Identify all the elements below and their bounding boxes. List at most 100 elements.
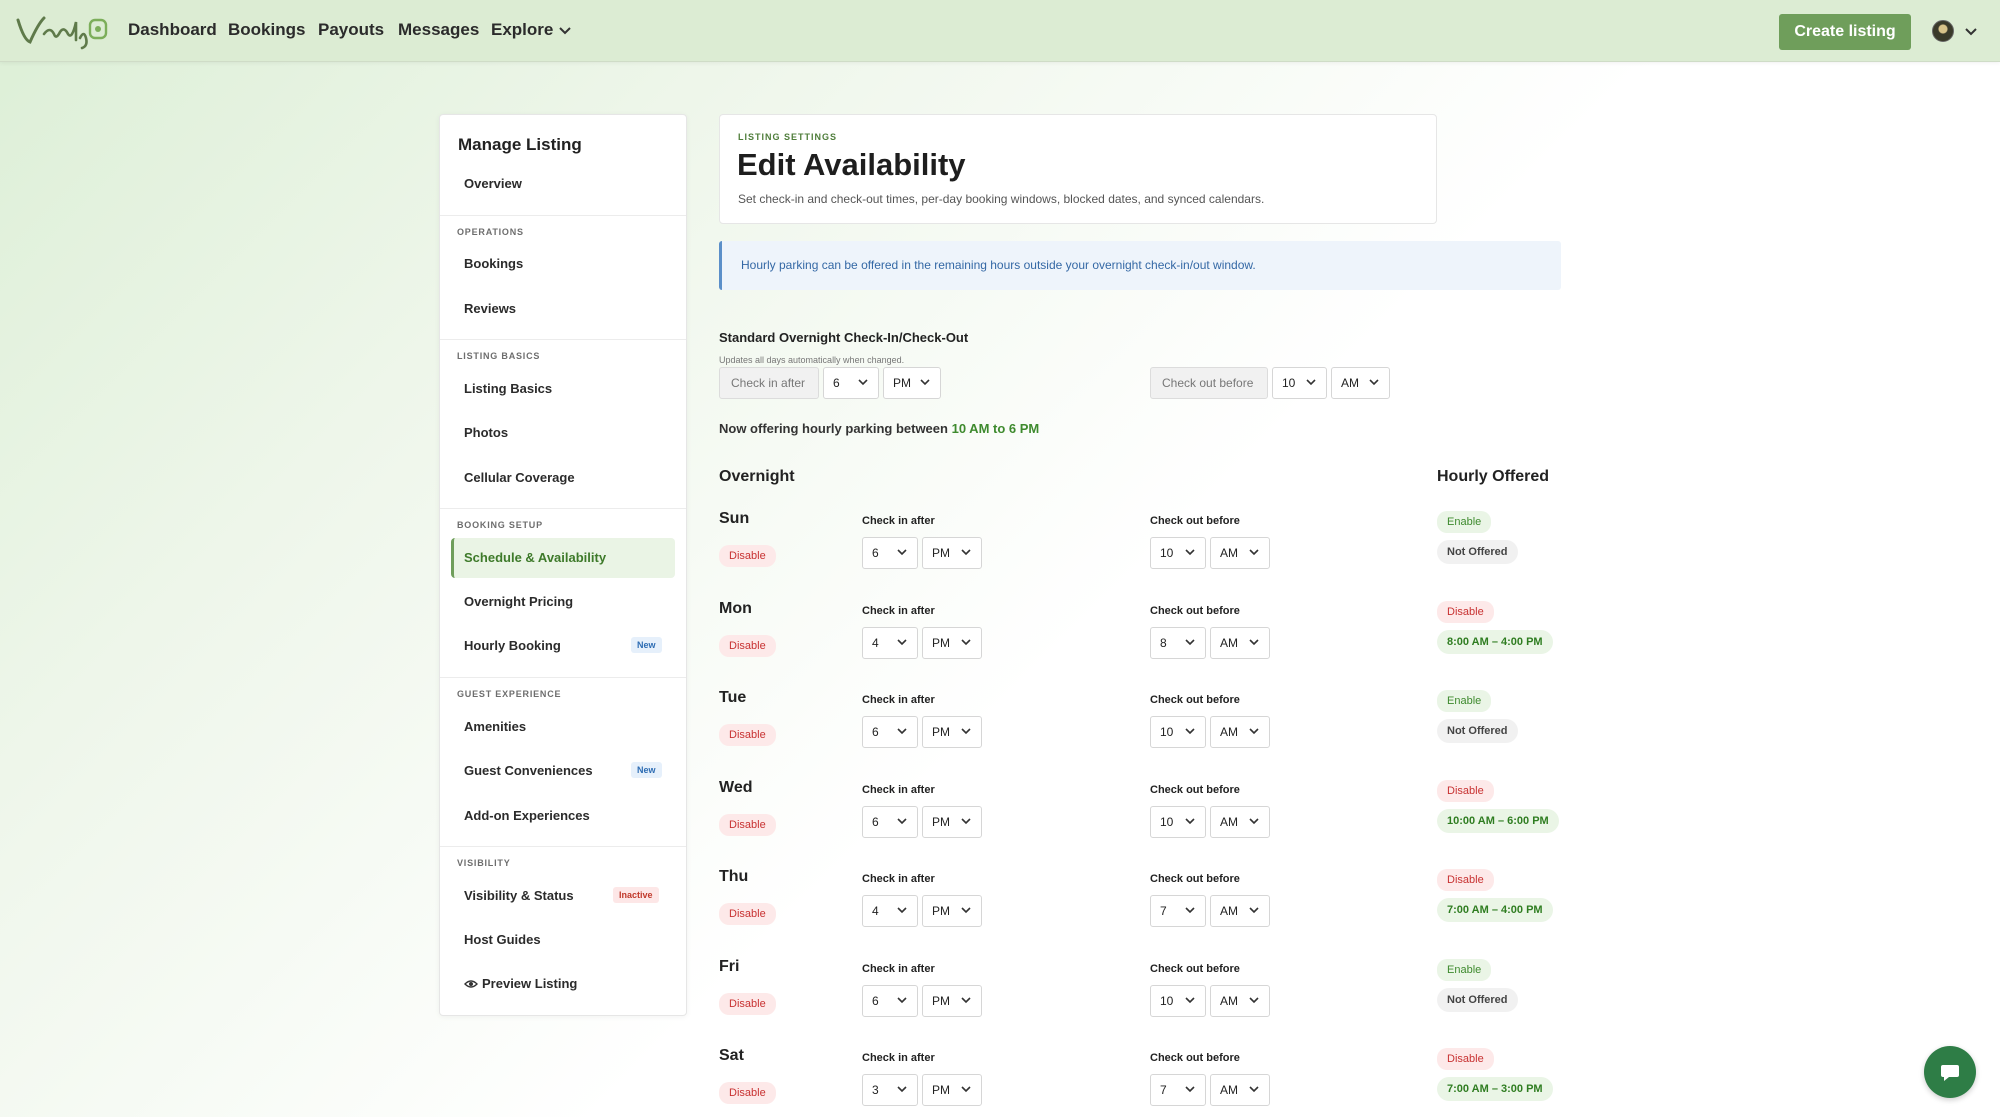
new-badge: New bbox=[631, 762, 662, 778]
info-banner: Hourly parking can be offered in the rem… bbox=[719, 241, 1561, 290]
checkin-hour-select[interactable]: 6 bbox=[862, 537, 918, 569]
standard-checkout-ampm-select[interactable]: AM bbox=[1331, 367, 1390, 399]
standard-checkin-ampm-select[interactable]: PM bbox=[883, 367, 941, 399]
hourly-toggle-button[interactable]: Enable bbox=[1437, 511, 1492, 533]
nav-messages[interactable]: Messages bbox=[398, 20, 479, 40]
nav-payouts[interactable]: Payouts bbox=[318, 20, 384, 40]
sidebar-item-photos[interactable]: Photos bbox=[464, 425, 508, 440]
standard-checkout-hour-select[interactable]: 10 bbox=[1272, 367, 1327, 399]
day-disable-button[interactable]: Disable bbox=[719, 545, 776, 567]
checkin-label: Check in after bbox=[862, 784, 935, 796]
sidebar-item-overnight-pricing[interactable]: Overnight Pricing bbox=[464, 594, 573, 609]
standard-checkout-label: Check out before bbox=[1150, 367, 1268, 399]
checkin-hour-select[interactable]: 6 bbox=[862, 716, 918, 748]
checkout-hour-select[interactable]: 10 bbox=[1150, 537, 1206, 569]
checkout-hour-select[interactable]: 10 bbox=[1150, 806, 1206, 838]
day-disable-button[interactable]: Disable bbox=[719, 903, 776, 925]
chat-button[interactable] bbox=[1924, 1046, 1976, 1098]
checkout-ampm-select[interactable]: AM bbox=[1210, 716, 1270, 748]
sidebar-item-bookings[interactable]: Bookings bbox=[464, 256, 523, 271]
checkin-hour-select[interactable]: 3 bbox=[862, 1074, 918, 1106]
select-value: 10 bbox=[1160, 725, 1174, 739]
chevron-down-icon[interactable] bbox=[558, 26, 572, 36]
avatar[interactable] bbox=[1932, 20, 1954, 42]
hourly-toggle-button[interactable]: Disable bbox=[1437, 601, 1494, 623]
checkout-ampm-select[interactable]: AM bbox=[1210, 537, 1270, 569]
select-value: PM bbox=[893, 376, 911, 390]
checkout-hour-select[interactable]: 8 bbox=[1150, 627, 1206, 659]
hourly-toggle-button[interactable]: Disable bbox=[1437, 1048, 1494, 1070]
checkin-ampm-select[interactable]: PM bbox=[922, 716, 982, 748]
checkin-hour-select[interactable]: 6 bbox=[862, 985, 918, 1017]
select-value: 10 bbox=[1160, 994, 1174, 1008]
checkin-hour-select[interactable]: 6 bbox=[862, 806, 918, 838]
checkin-ampm-select[interactable]: PM bbox=[922, 806, 982, 838]
select-value: AM bbox=[1220, 815, 1238, 829]
day-name: Mon bbox=[719, 600, 752, 617]
sidebar-item-host-guides[interactable]: Host Guides bbox=[464, 932, 541, 947]
day-name: Thu bbox=[719, 868, 749, 885]
hourly-toggle-button[interactable]: Enable bbox=[1437, 690, 1492, 712]
checkout-label: Check out before bbox=[1150, 694, 1240, 706]
checkout-ampm-select[interactable]: AM bbox=[1210, 627, 1270, 659]
sidebar-item-schedule[interactable]: Schedule & Availability bbox=[464, 550, 606, 565]
checkin-ampm-select[interactable]: PM bbox=[922, 1074, 982, 1106]
sidebar-item-amenities[interactable]: Amenities bbox=[464, 719, 526, 734]
sidebar-item-preview[interactable]: Preview Listing bbox=[464, 976, 577, 991]
checkout-hour-select[interactable]: 10 bbox=[1150, 985, 1206, 1017]
chevron-down-icon bbox=[897, 907, 907, 914]
select-value: 8 bbox=[1160, 636, 1167, 650]
vanly-logo[interactable] bbox=[14, 10, 110, 50]
nav-explore[interactable]: Explore bbox=[491, 20, 553, 40]
checkout-ampm-select[interactable]: AM bbox=[1210, 1074, 1270, 1106]
sidebar-divider bbox=[440, 508, 686, 509]
checkin-ampm-select[interactable]: PM bbox=[922, 895, 982, 927]
day-name: Sat bbox=[719, 1047, 744, 1064]
nav-bookings[interactable]: Bookings bbox=[228, 20, 305, 40]
checkin-ampm-select[interactable]: PM bbox=[922, 627, 982, 659]
standard-checkin-hour-select[interactable]: 6 bbox=[823, 367, 879, 399]
checkout-ampm-select[interactable]: AM bbox=[1210, 806, 1270, 838]
select-value: 10 bbox=[1160, 546, 1174, 560]
day-disable-button[interactable]: Disable bbox=[719, 635, 776, 657]
checkin-hour-select[interactable]: 4 bbox=[862, 895, 918, 927]
day-disable-button[interactable]: Disable bbox=[719, 993, 776, 1015]
sidebar-item-hourly-booking[interactable]: Hourly Booking bbox=[464, 638, 561, 653]
checkout-hour-select[interactable]: 7 bbox=[1150, 1074, 1206, 1106]
day-disable-button[interactable]: Disable bbox=[719, 724, 776, 746]
nav-dashboard[interactable]: Dashboard bbox=[128, 20, 217, 40]
sidebar-item-cellular[interactable]: Cellular Coverage bbox=[464, 470, 575, 485]
sidebar-item-visibility-status[interactable]: Visibility & Status bbox=[464, 888, 574, 903]
select-value: AM bbox=[1220, 994, 1238, 1008]
hourly-summary: Now offering hourly parking between 10 A… bbox=[719, 421, 1039, 436]
day-disable-button[interactable]: Disable bbox=[719, 814, 776, 836]
hourly-toggle-button[interactable]: Enable bbox=[1437, 959, 1492, 981]
day-disable-button[interactable]: Disable bbox=[719, 1082, 776, 1104]
checkout-ampm-select[interactable]: AM bbox=[1210, 895, 1270, 927]
chevron-down-icon bbox=[1249, 907, 1259, 914]
sidebar-item-listing-basics[interactable]: Listing Basics bbox=[464, 381, 552, 396]
hourly-toggle-button[interactable]: Disable bbox=[1437, 780, 1494, 802]
checkin-ampm-select[interactable]: PM bbox=[922, 985, 982, 1017]
sidebar-item-guest-conveniences[interactable]: Guest Conveniences bbox=[464, 763, 593, 778]
select-value: 6 bbox=[872, 994, 879, 1008]
checkout-hour-select[interactable]: 10 bbox=[1150, 716, 1206, 748]
checkin-ampm-select[interactable]: PM bbox=[922, 537, 982, 569]
chevron-down-icon[interactable] bbox=[1964, 27, 1978, 37]
checkin-label: Check in after bbox=[862, 963, 935, 975]
sidebar-item-addon[interactable]: Add-on Experiences bbox=[464, 808, 590, 823]
eye-icon bbox=[464, 979, 478, 988]
chevron-down-icon bbox=[897, 818, 907, 825]
checkout-ampm-select[interactable]: AM bbox=[1210, 985, 1270, 1017]
checkout-label: Check out before bbox=[1150, 784, 1240, 796]
create-listing-button[interactable]: Create listing bbox=[1779, 14, 1911, 50]
select-value: PM bbox=[932, 725, 950, 739]
checkin-label: Check in after bbox=[862, 605, 935, 617]
checkout-hour-select[interactable]: 7 bbox=[1150, 895, 1206, 927]
sidebar-item-overview[interactable]: Overview bbox=[464, 176, 522, 191]
page-title: Edit Availability bbox=[737, 147, 966, 182]
checkin-hour-select[interactable]: 4 bbox=[862, 627, 918, 659]
sidebar-item-reviews[interactable]: Reviews bbox=[464, 301, 516, 316]
checkout-label: Check out before bbox=[1150, 605, 1240, 617]
hourly-toggle-button[interactable]: Disable bbox=[1437, 869, 1494, 891]
